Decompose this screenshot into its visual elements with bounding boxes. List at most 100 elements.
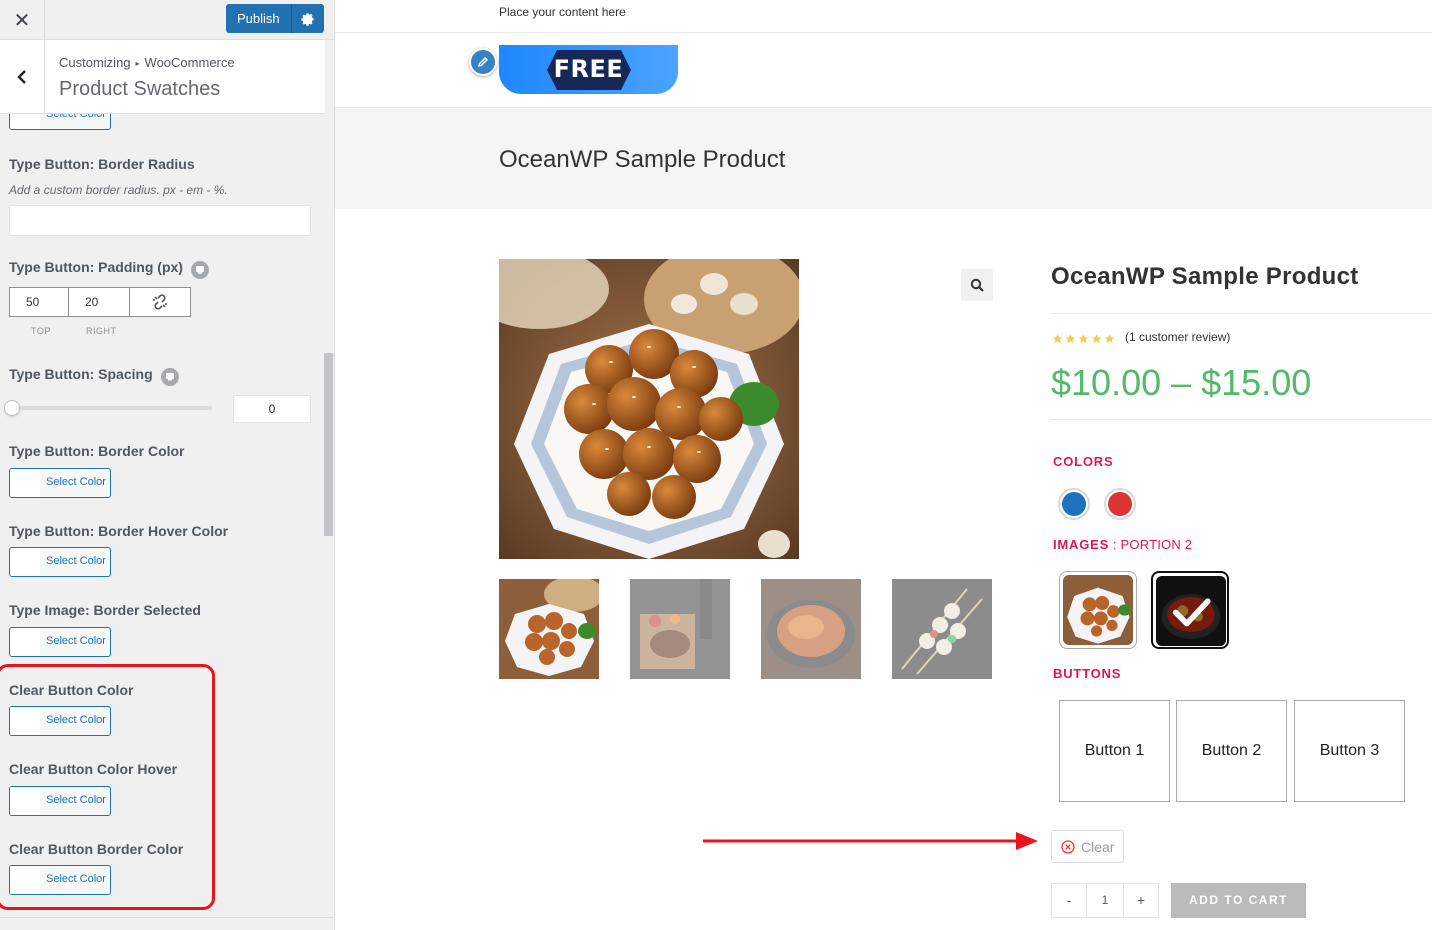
select-color-label: Select Color bbox=[46, 555, 106, 567]
swatch-fill bbox=[1108, 492, 1132, 516]
image-swatch-portion-2[interactable] bbox=[1151, 571, 1229, 649]
clear-button-color-hover-select-button[interactable]: Select Color bbox=[9, 786, 111, 816]
gear-icon[interactable] bbox=[291, 4, 324, 33]
zoom-search-icon[interactable] bbox=[961, 269, 993, 301]
clear-button[interactable]: Clear bbox=[1051, 830, 1124, 863]
border-radius-input[interactable] bbox=[9, 205, 311, 236]
product-thumbnail[interactable] bbox=[630, 579, 730, 679]
color-swatch-blue[interactable] bbox=[1058, 488, 1090, 520]
color-swatch-red[interactable] bbox=[1104, 488, 1136, 520]
panel-divider bbox=[0, 917, 334, 918]
controls-panel: Select Color Type Button: Border Radius … bbox=[0, 0, 334, 930]
border-hover-color-select-button[interactable]: Select Color bbox=[9, 547, 111, 577]
product-thumbnail[interactable] bbox=[761, 579, 861, 679]
image-border-selected-select-button[interactable]: Select Color bbox=[9, 627, 111, 657]
attribute-images-title: IMAGES : PORTION 2 bbox=[1053, 537, 1192, 552]
thumbnail-photo bbox=[499, 579, 599, 679]
publish-button[interactable]: Publish bbox=[226, 4, 292, 33]
swatch-photo bbox=[1063, 575, 1133, 645]
attribute-colors-title: COLORS bbox=[1053, 454, 1114, 469]
select-color-label: Select Color bbox=[46, 635, 106, 647]
breadcrumb-root: Customizing bbox=[59, 55, 131, 70]
close-icon[interactable]: ✕ bbox=[0, 0, 45, 40]
info-icon[interactable] bbox=[160, 368, 179, 386]
star-rating bbox=[1051, 332, 1116, 350]
star-icon bbox=[1065, 334, 1076, 344]
section-title: Product Swatches bbox=[59, 78, 221, 100]
star-icon bbox=[1078, 334, 1089, 344]
add-to-cart-button[interactable]: ADD TO CART bbox=[1171, 883, 1306, 918]
food-photo bbox=[499, 259, 799, 559]
page-title: OceanWP Sample Product bbox=[499, 146, 786, 173]
color-swatch bbox=[10, 707, 40, 735]
select-color-label: Select Color bbox=[46, 714, 106, 726]
button-swatch-3[interactable]: Button 3 bbox=[1294, 700, 1405, 802]
image-swatch-portion-1[interactable] bbox=[1059, 571, 1137, 649]
breadcrumb-separator-icon: ▸ bbox=[135, 59, 140, 68]
clear-button-color-select-button[interactable]: Select Color bbox=[9, 706, 111, 736]
breadcrumb-parent: WooCommerce bbox=[144, 55, 235, 70]
review-link[interactable]: (1 customer review) bbox=[1125, 330, 1230, 344]
swatch-photo bbox=[1156, 576, 1226, 646]
select-color-label: Select Color bbox=[46, 794, 106, 806]
attribute-buttons-title: BUTTONS bbox=[1053, 666, 1122, 681]
red-arrow-annotation bbox=[703, 832, 1038, 850]
product-title: OceanWP Sample Product bbox=[1051, 263, 1359, 290]
breadcrumb: Customizing ▸ WooCommerce bbox=[59, 55, 235, 70]
padding-label: Type Button: Padding (px) bbox=[9, 259, 209, 279]
clear-button-label: Clear bbox=[1081, 838, 1115, 855]
button-swatch-1[interactable]: Button 1 bbox=[1059, 700, 1170, 802]
qty-minus-button[interactable]: - bbox=[1051, 883, 1087, 918]
site-preview: Place your content here FREE OceanWP Sam… bbox=[335, 0, 1432, 930]
qty-plus-button[interactable]: + bbox=[1123, 883, 1159, 918]
back-arrow-icon[interactable] bbox=[0, 40, 45, 114]
star-icon bbox=[1104, 334, 1115, 344]
edit-pencil-icon[interactable] bbox=[469, 48, 497, 76]
quantity-stepper: - 1 + bbox=[1051, 883, 1159, 918]
clear-button-color-hover-label: Clear Button Color Hover bbox=[9, 761, 178, 777]
customizer-sidebar: Select Color Type Button: Border Radius … bbox=[0, 0, 335, 930]
spacing-label: Type Button: Spacing bbox=[9, 366, 179, 386]
product-thumbnail[interactable] bbox=[892, 579, 992, 679]
sidebar-scrollbar[interactable] bbox=[324, 353, 333, 536]
divider bbox=[1051, 313, 1432, 314]
padding-right-caption: RIGHT bbox=[86, 326, 117, 336]
clear-button-border-color-select-button[interactable]: Select Color bbox=[9, 865, 111, 895]
site-logo[interactable]: FREE bbox=[499, 45, 678, 94]
button-swatch-2[interactable]: Button 2 bbox=[1176, 700, 1287, 802]
product-main-image[interactable] bbox=[499, 259, 799, 559]
border-color-select-button[interactable]: Select Color bbox=[9, 468, 111, 498]
color-swatch bbox=[10, 787, 40, 815]
clear-button-color-label: Clear Button Color bbox=[9, 682, 134, 698]
color-swatch bbox=[10, 548, 40, 576]
star-icon bbox=[1091, 334, 1102, 344]
topbar-divider bbox=[335, 32, 1432, 33]
images-title-text: IMAGES bbox=[1053, 537, 1110, 552]
padding-top-input[interactable]: 50 bbox=[9, 287, 69, 317]
unlink-icon[interactable] bbox=[129, 287, 191, 317]
divider bbox=[1051, 419, 1432, 420]
thumbnail-photo bbox=[761, 579, 861, 679]
spacing-slider-handle[interactable] bbox=[4, 400, 20, 416]
select-color-label: Select Color bbox=[46, 873, 106, 885]
star-icon bbox=[1052, 334, 1063, 344]
spacing-slider-track[interactable] bbox=[9, 406, 212, 410]
select-color-label: Select Color bbox=[46, 476, 106, 488]
product-thumbnail[interactable] bbox=[499, 579, 599, 679]
topbar-text: Place your content here bbox=[499, 5, 626, 19]
border-color-label: Type Button: Border Color bbox=[9, 443, 185, 459]
color-swatch bbox=[10, 469, 40, 497]
color-swatch bbox=[10, 628, 40, 656]
info-icon[interactable] bbox=[190, 261, 209, 279]
image-border-selected-label: Type Image: Border Selected bbox=[9, 602, 201, 618]
clear-x-icon bbox=[1061, 839, 1075, 854]
spacing-label-text: Type Button: Spacing bbox=[9, 366, 153, 382]
spacing-value-input[interactable]: 0 bbox=[233, 395, 311, 423]
padding-right-input[interactable]: 20 bbox=[68, 287, 130, 317]
images-selected-value: : PORTION 2 bbox=[1109, 537, 1193, 552]
padding-top-caption: TOP bbox=[31, 326, 51, 336]
qty-input[interactable]: 1 bbox=[1087, 883, 1123, 918]
padding-label-text: Type Button: Padding (px) bbox=[9, 259, 183, 275]
page-header: OceanWP Sample Product bbox=[335, 107, 1432, 209]
publish-group: Publish bbox=[226, 4, 324, 33]
